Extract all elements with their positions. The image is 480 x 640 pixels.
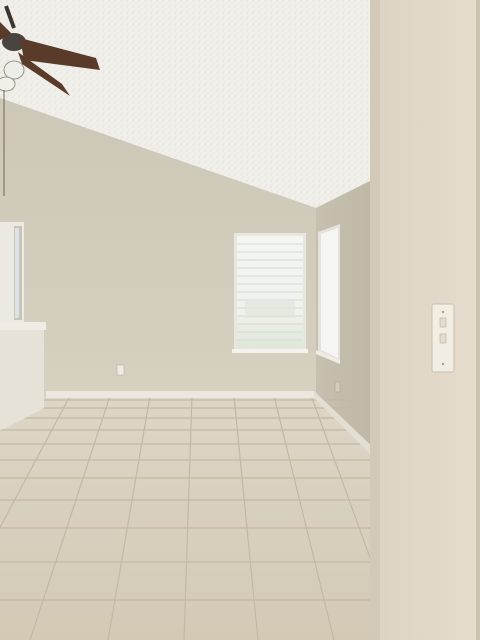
wall-outlet-right (334, 381, 341, 393)
wall-outlet (116, 364, 125, 376)
room-photo (0, 0, 480, 640)
baseboard-back (46, 391, 314, 398)
side-window (316, 224, 340, 364)
back-window (232, 233, 308, 353)
tile-floor (0, 396, 378, 640)
foreground-column (370, 0, 480, 640)
half-wall-cap (0, 322, 46, 330)
switch-plate (431, 303, 455, 373)
